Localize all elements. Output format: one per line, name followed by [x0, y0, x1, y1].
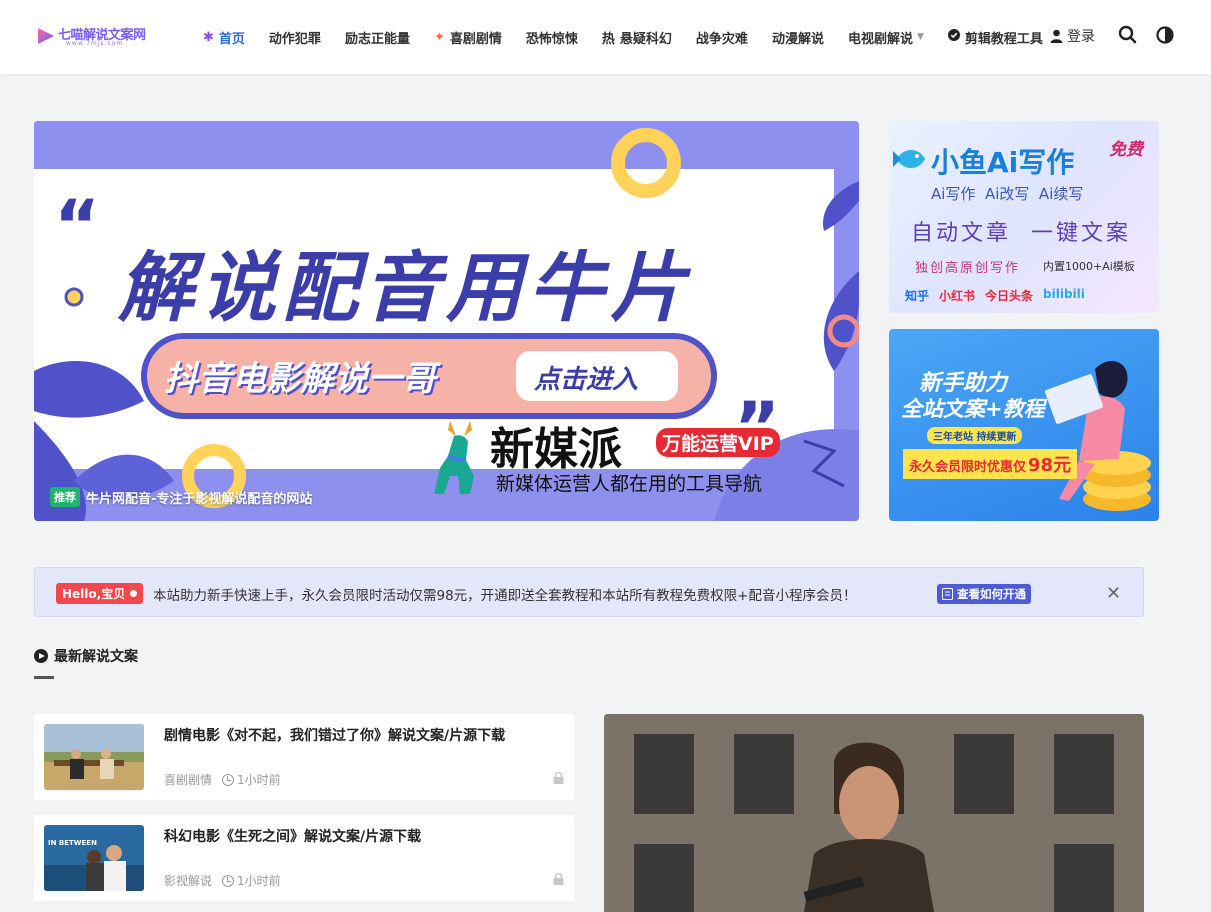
platform-xiaohongshu: 小红书 — [939, 289, 976, 303]
search-icon[interactable] — [1117, 24, 1139, 46]
ad2-line2: 全站文案+教程 — [901, 397, 1045, 421]
deer-logo-icon — [434, 421, 474, 494]
document-icon — [942, 588, 953, 600]
post-time: 1小时前 — [237, 874, 281, 888]
section-title: 最新解说文案 — [34, 646, 138, 666]
thumbnail-title-text: IN BETWEEN — [48, 839, 97, 847]
nav-war-disaster[interactable]: 战争灾难 — [696, 28, 748, 47]
thumbnail-image — [44, 724, 144, 790]
nav-tv-series[interactable]: 电视剧解说 ▼ — [848, 28, 924, 47]
ad1-line2: 自动文章 一键文案 — [911, 221, 1131, 246]
post-title[interactable]: 科幻电影《生死之间》解说文案/片源下载 — [164, 826, 421, 846]
user-icon — [1050, 29, 1063, 43]
platform-toutiao: 今日头条 — [985, 289, 1034, 303]
hello-badge: Hello,宝贝 — [56, 583, 144, 604]
featured-image-artwork — [604, 714, 1144, 912]
nav-home[interactable]: ✱ 首页 — [203, 28, 245, 47]
nav-inspirational[interactable]: 励志正能量 — [345, 28, 410, 47]
nav-suspense-scifi[interactable]: 热 悬疑科幻 — [602, 28, 672, 47]
notice-bar: Hello,宝贝 本站助力新手快速上手，永久会员限时活动仅需98元，开通即送全套… — [34, 567, 1144, 617]
spark-icon: ✦ — [433, 29, 445, 45]
thumbnail-image — [44, 825, 144, 891]
ad1-platforms: 知乎 小红书 今日头条 bilibili — [905, 287, 1085, 304]
login-button[interactable]: 登录 — [1050, 26, 1095, 46]
nav-comedy-drama[interactable]: ✦ 喜剧剧情 — [434, 28, 502, 47]
chevron-down-icon: ▼ — [916, 32, 924, 42]
hero-title[interactable]: 牛片网配音-专注于影视解说配音的网站 — [86, 488, 312, 507]
post-item[interactable]: IN BETWEEN 科幻电影《生死之间》解说文案/片源下载 影视解说 1小时前 — [34, 815, 574, 901]
ad2-badge: 三年老站 持续更新 — [927, 427, 1023, 444]
logo-play-icon — [38, 28, 54, 44]
post-thumbnail[interactable] — [44, 724, 144, 790]
recommend-tag: 推荐 — [50, 487, 80, 507]
view-how-to-subscribe-button[interactable]: 查看如何开通 — [937, 584, 1031, 604]
banner-pill-text: 抖音电影解说一哥 — [164, 359, 436, 399]
site-header: 七喵解说文案网 www.7mjs.com ✱ 首页 动作犯罪 励志正能量 ✦ 喜… — [0, 0, 1211, 74]
ad1-line1: Ai写作 Ai改写 Ai续写 — [931, 185, 1084, 203]
ad-newbie-promo[interactable]: 新手助力 全站文案+教程 三年老站 持续更新 永久会员限时优惠仅 98元 — [889, 329, 1159, 521]
platform-bilibili: bilibili — [1043, 287, 1085, 301]
nav-anime[interactable]: 动漫解说 — [772, 28, 824, 47]
post-meta: 喜剧剧情 1小时前 — [164, 771, 281, 788]
hero-caption: 推荐 牛片网配音-专注于影视解说配音的网站 — [50, 487, 312, 507]
close-icon[interactable]: ✕ — [1106, 583, 1121, 604]
post-thumbnail[interactable]: IN BETWEEN — [44, 825, 144, 891]
nav-action-crime[interactable]: 动作犯罪 — [269, 28, 321, 47]
main-nav: ✱ 首页 动作犯罪 励志正能量 ✦ 喜剧剧情 恐怖惊悚 热 悬疑科幻 战争灾难 … — [203, 0, 1067, 74]
post-category[interactable]: 影视解说 — [164, 872, 212, 889]
asterisk-icon: ✱ — [203, 29, 214, 45]
brand-slogan: 新媒体运营人都在用的工具导航 — [496, 473, 763, 495]
hot-prefix: 热 — [601, 31, 615, 47]
clock-icon — [222, 773, 235, 786]
section-divider — [34, 676, 54, 679]
check-circle-icon — [947, 29, 960, 45]
post-time: 1小时前 — [237, 773, 281, 787]
hero-banner[interactable]: “ 解说配音用牛片 抖音电影解说一哥 点击进入 ” 新媒派 万能运营VIP 新媒… — [34, 121, 859, 521]
lock-icon — [553, 873, 564, 885]
clock-icon — [222, 874, 235, 887]
woman-laptop-illustration — [1044, 361, 1151, 511]
nav-horror[interactable]: 恐怖惊悚 — [526, 28, 578, 47]
post-category[interactable]: 喜剧剧情 — [164, 771, 212, 788]
ad1-free-badge: 免费 — [1109, 140, 1143, 160]
nav-editing-tools[interactable]: 剪辑教程工具 — [947, 28, 1043, 47]
ad-xiaoyu-ai-writing[interactable]: 小鱼Ai写作 免费 Ai写作 Ai改写 Ai续写 自动文章 一键文案 独创高原创… — [889, 121, 1159, 313]
dark-mode-toggle-icon[interactable] — [1155, 24, 1177, 46]
ad2-promo: 永久会员限时优惠仅 98元 — [903, 449, 1078, 479]
dot-icon — [130, 590, 138, 597]
fish-icon — [893, 150, 925, 168]
post-item[interactable]: 剧情电影《对不起，我们错过了你》解说文案/片源下载 喜剧剧情 1小时前 — [34, 714, 574, 800]
post-title[interactable]: 剧情电影《对不起，我们错过了你》解说文案/片源下载 — [164, 725, 505, 745]
platform-zhihu: 知乎 — [905, 289, 930, 303]
post-meta: 影视解说 1小时前 — [164, 872, 281, 889]
lock-icon — [553, 772, 564, 784]
play-circle-icon — [34, 649, 48, 663]
ad1-line3b: 内置1000+Ai模板 — [1043, 260, 1135, 273]
banner-quote-open: “ — [54, 185, 101, 267]
featured-post-image[interactable] — [604, 714, 1144, 912]
brand-name: 新媒派 — [490, 424, 622, 475]
logo-subtext: www.7mjs.com — [66, 40, 124, 47]
brand-badge: 万能运营VIP — [656, 428, 780, 457]
ad1-line3: 独创高原创写作 — [915, 261, 1021, 276]
banner-cta[interactable]: 点击进入 — [534, 359, 638, 396]
ad1-title: 小鱼Ai写作 — [931, 146, 1075, 179]
banner-headline: 解说配音用牛片 — [118, 243, 692, 332]
notice-text: 本站助力新手快速上手，永久会员限时活动仅需98元，开通即送全套教程和本站所有教程… — [153, 588, 857, 604]
site-logo[interactable]: 七喵解说文案网 www.7mjs.com — [36, 22, 156, 50]
